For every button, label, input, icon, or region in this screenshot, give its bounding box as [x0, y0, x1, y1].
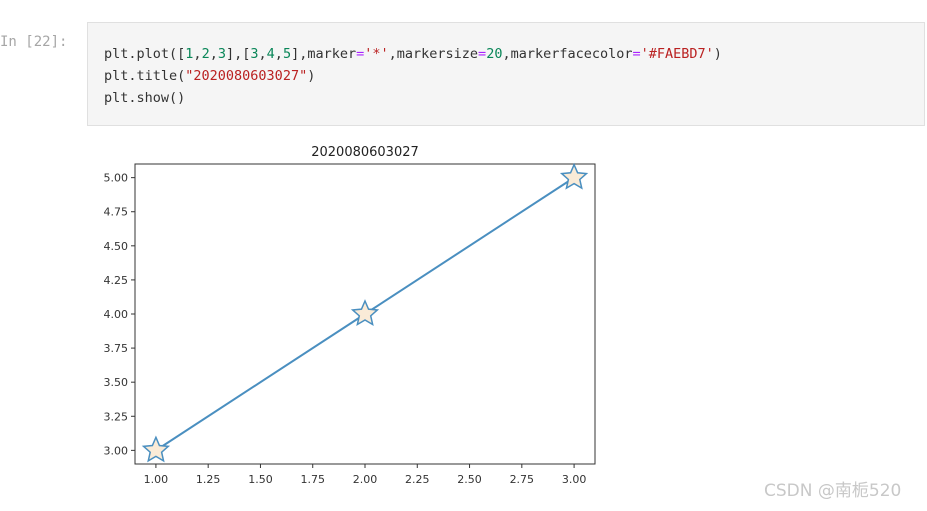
y-tick-label: 3.75	[104, 342, 129, 355]
y-tick-label: 3.00	[104, 444, 129, 457]
code-editor[interactable]: plt.plot([1,2,3],[3,4,5],marker='*',mark…	[104, 43, 722, 109]
star-marker	[350, 299, 380, 327]
star-marker	[141, 435, 171, 463]
x-tick-label: 1.25	[196, 473, 221, 486]
y-tick-label: 4.00	[104, 308, 129, 321]
y-tick-label: 4.50	[104, 240, 129, 253]
cell-prompt: In [22]:	[0, 34, 68, 50]
x-tick-label: 1.00	[144, 473, 169, 486]
x-tick-label: 2.00	[353, 473, 378, 486]
code-line-1: plt.plot([1,2,3],[3,4,5],marker='*',mark…	[104, 46, 722, 62]
line-chart: 2020080603027 1.00 1.25 1.50 1.75 2.00 2.25 2.5…	[104, 145, 596, 486]
code-line-3: plt.show()	[104, 90, 186, 106]
y-tick-label: 4.25	[104, 274, 129, 287]
y-tick-label: 4.75	[104, 206, 129, 219]
star-marker	[559, 162, 589, 190]
chart-title: 2020080603027	[311, 145, 419, 160]
y-tick-label: 5.00	[104, 172, 129, 185]
x-tick-label: 2.25	[405, 473, 430, 486]
csdn-watermark: CSDN @南栀520	[764, 481, 902, 501]
code-line-2: plt.title("2020080603027")	[104, 68, 316, 84]
x-tick-label: 2.50	[457, 473, 482, 486]
y-tick-label: 3.50	[104, 376, 129, 389]
code-cell[interactable]: plt.plot([1,2,3],[3,4,5],marker='*',mark…	[87, 22, 925, 126]
x-tick-label: 1.50	[248, 473, 273, 486]
y-tick-label: 3.25	[104, 410, 129, 423]
cell-output: 2020080603027 1.00 1.25 1.50 1.75 2.00 2.25 2.5…	[0, 126, 927, 506]
x-tick-label: 2.75	[510, 473, 535, 486]
x-tick-label: 3.00	[562, 473, 587, 486]
x-tick-label: 1.75	[300, 473, 325, 486]
